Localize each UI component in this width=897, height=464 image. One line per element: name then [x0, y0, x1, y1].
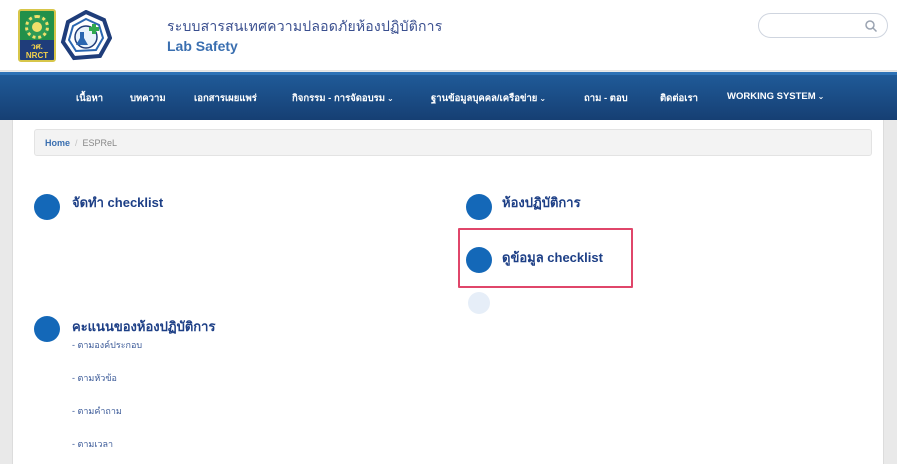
nav-item-faq[interactable]: ถาม - ตอบ [584, 91, 628, 106]
chevron-down-icon: ⌄ [817, 92, 825, 101]
main-navigation: เนื้อหา บทความ เอกสารเผยแพร่ กิจกรรม - ก… [0, 72, 897, 120]
nav-item-database[interactable]: ฐานข้อมูลบุคคล/เครือข่าย ⌄ [431, 91, 546, 106]
nav-item-working-system[interactable]: WORKING SYSTEM ⌄ [727, 91, 824, 102]
lab-score-link[interactable]: คะแนนของห้องปฏิบัติการ [72, 316, 215, 337]
nav-item-label: เอกสารเผยแพร่ [194, 93, 257, 104]
sub-link-by-component[interactable]: - ตามองค์ประกอบ [72, 338, 142, 352]
nav-item-label: เนื้อหา [76, 93, 104, 104]
breadcrumb-separator: / [75, 138, 78, 148]
chevron-down-icon: ⌄ [387, 94, 394, 103]
nav-item-activities[interactable]: กิจกรรม - การจัดอบรม ⌄ [292, 91, 394, 106]
nav-item-articles[interactable]: บทความ [130, 91, 166, 106]
breadcrumb: Home / ESPReL [34, 129, 872, 156]
make-checklist-link[interactable]: จัดทำ checklist [72, 192, 163, 213]
blank-panel [20, 242, 297, 296]
highlight-box [458, 228, 633, 288]
sub-link-by-topic[interactable]: - ตามหัวข้อ [72, 371, 117, 385]
lab-safety-logo-icon[interactable] [60, 10, 112, 62]
nav-item-label: บทความ [130, 93, 166, 104]
search-input[interactable] [758, 13, 888, 38]
sub-link-by-question[interactable]: - ตามคำถาม [72, 404, 122, 418]
site-header: วศ. NRCT ระบบสารสนเทศความปลอดภัยห้องปฏิบ… [0, 0, 897, 71]
gear-emblem-icon [25, 15, 49, 39]
bullet-icon [468, 292, 490, 314]
site-title-english[interactable]: Lab Safety [167, 38, 238, 54]
agency-logo-text: วศ. NRCT [20, 40, 54, 60]
breadcrumb-home-link[interactable]: Home [45, 138, 70, 148]
labs-link[interactable]: ห้องปฏิบัติการ [502, 192, 581, 213]
bullet-icon [34, 316, 60, 342]
sub-link-by-time[interactable]: - ตามเวลา [72, 437, 113, 451]
nav-item-label: ติดต่อเรา [660, 93, 698, 104]
nav-item-label: กิจกรรม - การจัดอบรม [292, 93, 386, 104]
chevron-down-icon: ⌄ [539, 94, 547, 103]
nav-item-label: ฐานข้อมูลบุคคล/เครือข่าย [431, 93, 538, 104]
site-title-thai[interactable]: ระบบสารสนเทศความปลอดภัยห้องปฏิบัติการ [167, 16, 442, 38]
nav-item-label: WORKING SYSTEM [727, 91, 816, 102]
nav-item-label: ถาม - ตอบ [584, 93, 628, 104]
breadcrumb-current: ESPReL [82, 138, 118, 148]
search-icon[interactable] [864, 19, 878, 33]
nav-item-contact[interactable]: ติดต่อเรา [660, 91, 698, 106]
nav-item-content[interactable]: เนื้อหา [76, 91, 103, 106]
nav-item-publications[interactable]: เอกสารเผยแพร่ [194, 91, 257, 106]
agency-logo[interactable]: วศ. NRCT [18, 9, 56, 62]
bullet-icon [466, 194, 492, 220]
bullet-icon [34, 194, 60, 220]
